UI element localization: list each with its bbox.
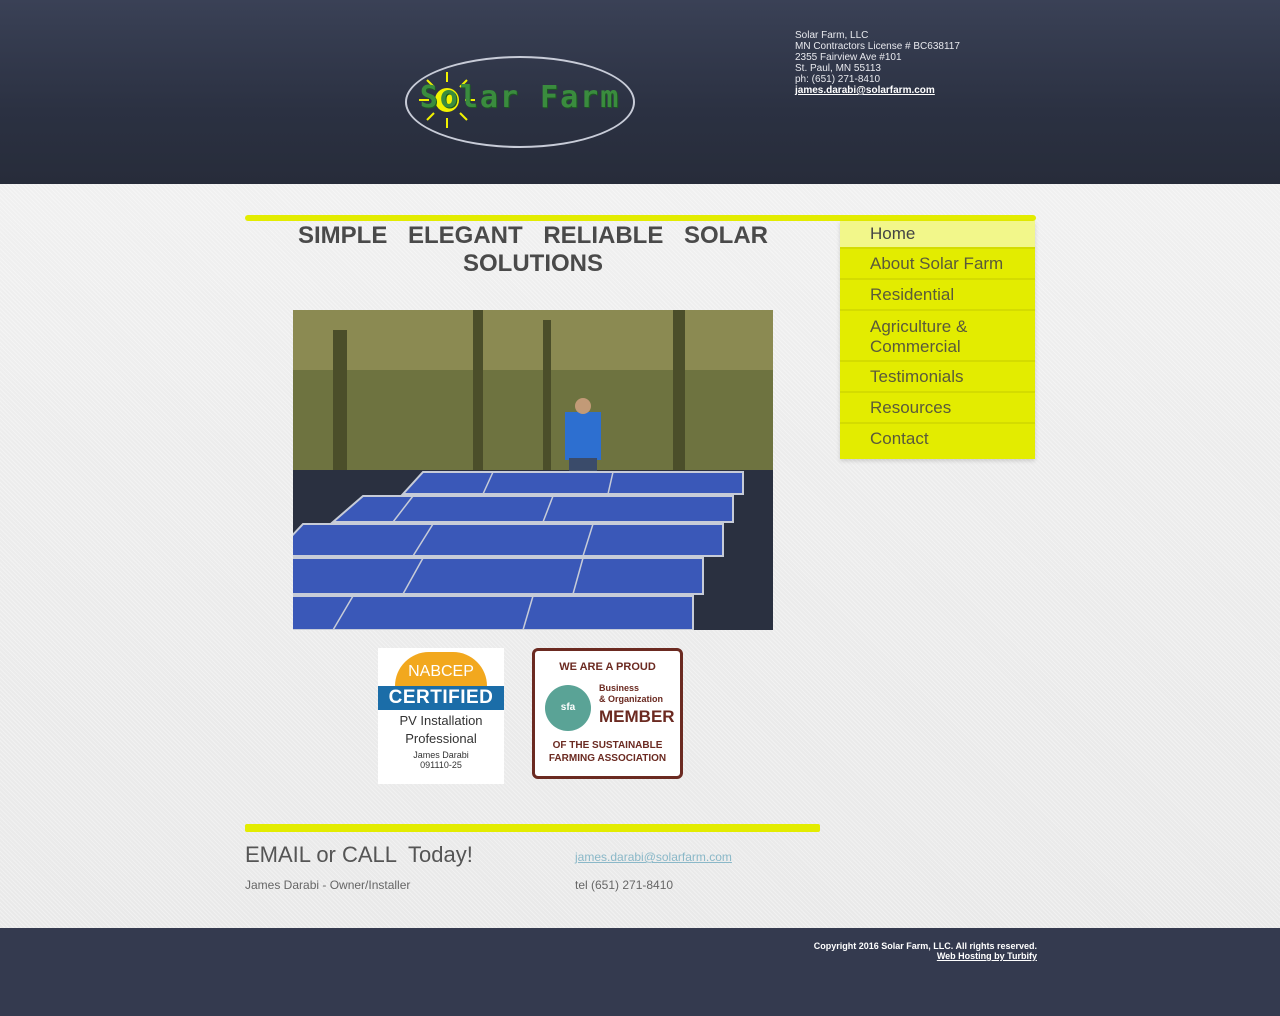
nav-item-home[interactable]: Home [840, 221, 1035, 249]
nabcep-line2: Professional [405, 731, 477, 746]
nabcep-number: 091110-25 [420, 760, 462, 770]
hosting-link[interactable]: Web Hosting by Turbify [937, 951, 1037, 961]
nabcep-certified-label: CERTIFIED [378, 686, 504, 710]
tagline: SIMPLE ELEGANT RELIABLE SOLAR SOLUTIONS [297, 222, 768, 277]
nabcep-certified-badge: NABCEP CERTIFIED PV Installation Profess… [378, 648, 504, 784]
nabcep-name: James Darabi [413, 750, 469, 760]
owner-name: James Darabi - Owner/Installer [245, 878, 411, 892]
site-header: Solar Farm Solar Farm, LLC MN Contractor… [0, 0, 1280, 184]
sfa-bo1: Business [599, 683, 640, 693]
street-address: 2355 Fairview Ave #101 [795, 52, 902, 63]
solar-panels-photo [293, 310, 773, 630]
nabcep-logo: NABCEP [395, 652, 487, 686]
nav-item-residential[interactable]: Residential [840, 280, 1035, 311]
sfa-member: MEMBER [599, 707, 675, 726]
license-number: MN Contractors License # BC638117 [795, 41, 960, 52]
nav-item-resources[interactable]: Resources [840, 393, 1035, 424]
nav-item-contact[interactable]: Contact [840, 424, 1035, 457]
sfa-line4: FARMING ASSOCIATION [548, 753, 667, 764]
contact-email-link[interactable]: james.darabi@solarfarm.com [575, 850, 732, 864]
sfa-line3: OF THE SUSTAINABLE [552, 740, 663, 751]
nav-item-agriculture[interactable]: Agriculture & Commercial [840, 311, 1035, 362]
main-nav: Home About Solar Farm Residential Agricu… [840, 221, 1035, 459]
site-footer [0, 928, 1280, 1016]
sfa-line1: WE ARE A PROUD [559, 661, 656, 673]
sfa-bo2: & Organization [599, 694, 664, 704]
company-name: Solar Farm, LLC [795, 30, 869, 41]
sfa-logo: sfa [545, 685, 591, 731]
sfa-member-badge: WE ARE A PROUD sfa Business & Organizati… [532, 648, 683, 779]
nav-item-about[interactable]: About Solar Farm [840, 249, 1035, 280]
contact-phone: tel (651) 271-8410 [575, 878, 674, 892]
nav-item-testimonials[interactable]: Testimonials [840, 362, 1035, 393]
city-state-zip: St. Paul, MN 55113 [795, 63, 881, 74]
header-contact: Solar Farm, LLC MN Contractors License #… [795, 30, 1055, 96]
header-phone: ph: (651) 271-8410 [795, 74, 881, 85]
logo-text: Solar Farm [419, 80, 621, 115]
site-logo[interactable]: Solar Farm [405, 56, 635, 148]
nabcep-line1: PV Installation [399, 713, 483, 728]
copyright-text: Copyright 2016 Solar Farm, LLC. All righ… [813, 941, 1037, 951]
header-email-link[interactable]: james.darabi@solarfarm.com [795, 85, 935, 96]
copyright-block: Copyright 2016 Solar Farm, LLC. All righ… [814, 941, 1037, 961]
bottom-divider [245, 824, 820, 832]
contact-cta: EMAIL or CALL Today! [245, 842, 473, 867]
